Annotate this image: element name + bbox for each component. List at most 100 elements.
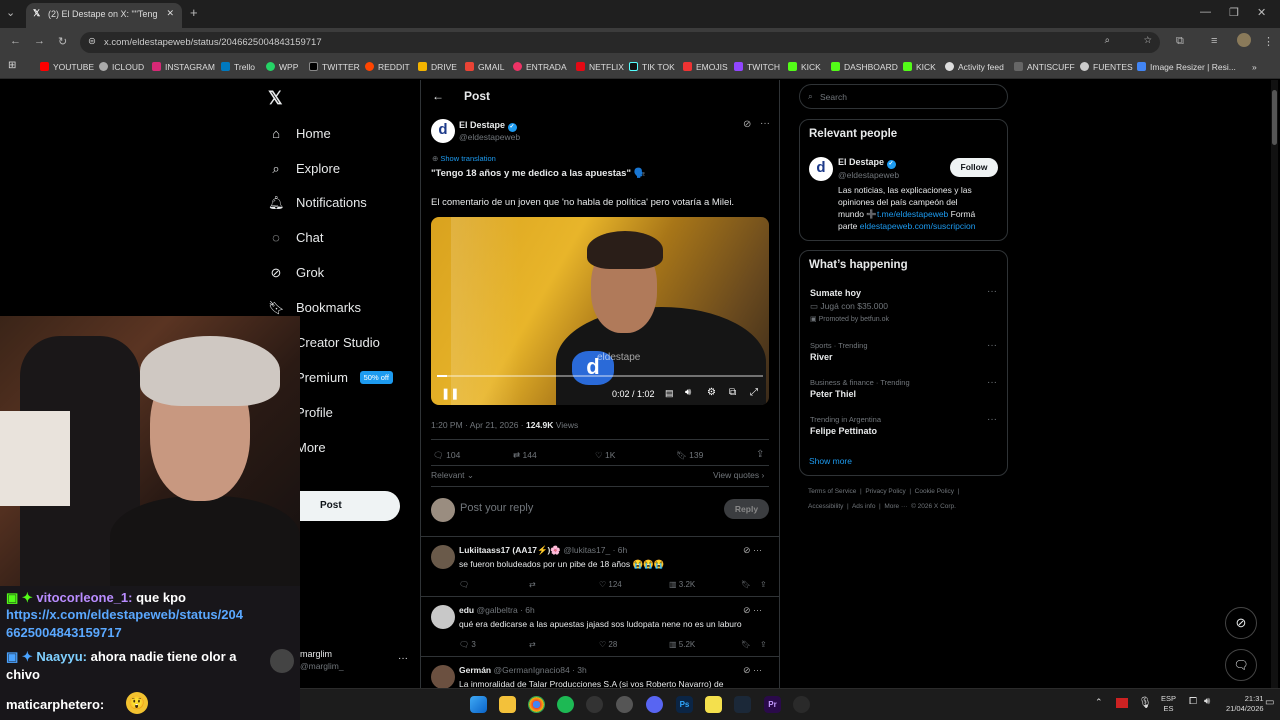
bookmark-icloud[interactable]: ICLOUD [99,62,144,72]
reply-avatar[interactable] [431,665,455,688]
bookmark-twitch[interactable]: TWITCH [734,62,780,72]
trend-more-icon[interactable]: ··· [987,377,997,388]
view-quotes-link[interactable]: View quotes › [713,470,764,480]
bookmark-youtube[interactable]: YOUTUBE [40,62,94,72]
bookmark-emojis[interactable]: EMOJIS [683,62,728,72]
site-info-icon[interactable]: ⊜ [88,36,96,47]
reply-count[interactable]: 🗨︎ 104 [433,450,460,461]
reply-comment-count[interactable]: 🗨︎ 3 [459,640,476,649]
discord-icon[interactable] [646,696,663,713]
trend-name[interactable]: River [810,352,833,362]
mic-icon[interactable]: 🎙︎ [1138,696,1152,709]
relevant-avatar[interactable]: d [809,157,833,181]
bookmark-kick-2[interactable]: KICK [903,62,936,72]
volume-tray-icon[interactable]: 🔊︎ [1204,696,1210,707]
start-icon[interactable] [470,696,487,713]
nav-bookmarks[interactable]: 🔖︎ Bookmarks [268,300,361,316]
reply-item[interactable]: Lukiitaass17 (AA17⚡)🌸 @lukitas17_ · 6h s… [421,537,779,597]
spotify-icon[interactable] [557,696,574,713]
reply-author[interactable]: Lukiitaass17 (AA17⚡)🌸 @lukitas17_ · 6h [459,545,627,556]
reply-grok-icon[interactable]: ⊘ ··· [743,545,762,556]
trend-name[interactable]: Sumate hoy [810,288,861,298]
trend-more-icon[interactable]: ··· [987,414,997,425]
relevant-name[interactable]: El Destape ✓ [838,157,896,169]
bookmark-twitter[interactable]: TWITTER [309,62,360,72]
nav-explore[interactable]: ⌕ Explore [268,161,340,177]
browser-menu-icon[interactable]: ⋮ [1263,35,1274,48]
x-logo-icon[interactable]: 𝕏 [268,88,283,109]
bookmark-image-resizer[interactable]: Image Resizer | Resi... [1137,62,1236,72]
window-close-icon[interactable]: ✕ [1257,6,1266,19]
back-icon[interactable]: ← [10,35,21,47]
bookmark-count[interactable]: 🔖︎ 139 [676,450,703,461]
reply-grok-icon[interactable]: ⊘ ··· [743,605,762,616]
footer-links[interactable]: Terms of Service | Privacy Policy | Cook… [808,488,959,495]
bookmark-gmail[interactable]: GMAIL [465,62,504,72]
share-icon[interactable]: ⇪ [756,449,764,460]
video-progress-track[interactable] [437,375,763,377]
bio-link-telegram[interactable]: t.me/eldestapeweb [877,209,948,219]
bookmark-tiktok[interactable]: TIK TOK [629,62,675,72]
trend-more-icon[interactable]: ··· [987,286,997,297]
bookmark-drive[interactable]: DRIVE [418,62,457,72]
extensions-icon[interactable]: ⧉ [1176,35,1184,48]
bio-link-subscribe[interactable]: eldestapeweb.com/suscripcion [860,221,976,231]
chat-link-cont[interactable]: 6625004843159717 [6,625,122,640]
zoom-icon[interactable]: ⌕ [1105,35,1110,46]
reply-item[interactable]: Germán @GermanIgnacio84 · 3h La inmorali… [421,657,779,688]
show-more-link[interactable]: Show more [809,456,852,466]
bookmark-reddit[interactable]: REDDIT [365,62,410,72]
chrome-icon[interactable] [528,696,545,713]
browser-tab[interactable]: 𝕏 (2) El Destape on X: ""Teng ✕ [26,3,182,28]
forward-icon[interactable]: → [34,35,45,47]
reload-icon[interactable]: ↻ [58,35,67,48]
reply-grok-icon[interactable]: ⊘ ··· [743,665,762,676]
bookmark-netflix[interactable]: NETFLIX [576,62,624,72]
reply-share-icon[interactable]: ⇪ [760,640,767,649]
account-menu-icon[interactable]: ··· [398,653,408,664]
reply-like-count[interactable]: ♡ 124 [599,580,622,589]
url-input[interactable]: ⊜ x.com/eldestapeweb/status/204662500484… [80,32,1160,53]
reply-item[interactable]: edu @galbeltra · 6h qué era dedicarse a … [421,597,779,657]
reply-views-count[interactable]: ▥ 3.2K [669,580,695,589]
grok-post-icon[interactable]: ⊘ [743,119,751,130]
follow-button[interactable]: Follow [950,158,998,177]
language-indicator[interactable]: ESP ES [1161,694,1176,714]
show-translation-link[interactable]: ⊕ Show translation [432,154,496,163]
network-icon[interactable]: ⧠ [1189,696,1197,707]
bookmark-wpp[interactable]: WPP [266,62,298,72]
minimize-icon[interactable]: — [1200,6,1211,18]
fullscreen-icon[interactable]: ⤢ [750,387,758,398]
apps-grid-icon[interactable]: ⊞ [8,60,16,71]
app-icon[interactable] [793,696,810,713]
video-player[interactable]: d eldestape ❚❚ 0:02 / 1:02 ▤ 🔊︎ ⚙ ⧉ ⤢ [431,217,769,405]
sort-relevant[interactable]: Relevant ⌄ [431,470,474,481]
reply-button[interactable]: Reply [724,499,769,519]
tray-chevron-icon[interactable]: ⌃ [1095,697,1103,708]
bookmark-entrada[interactable]: ENTRADA [513,62,567,72]
reply-repost-icon[interactable]: ⇄ [529,580,536,589]
photoshop-icon[interactable]: Ps [676,696,693,713]
footer-links-2[interactable]: Accessibility | Ads info | More ··· © 20… [808,503,956,510]
bookmark-activity-feed[interactable]: Activity feed [945,62,1004,72]
reply-avatar[interactable] [431,545,455,569]
reply-comment-icon[interactable]: 🗨︎ [459,580,469,589]
nav-home[interactable]: ⌂ Home [268,126,331,141]
reply-views-count[interactable]: ▥ 5.2K [669,640,695,649]
author-name[interactable]: El Destape ✓ [459,120,517,132]
bookmark-fuentes[interactable]: FUENTES [1080,62,1133,72]
grok-float-icon[interactable]: ⊘ [1225,607,1257,639]
new-tab-icon[interactable]: + [190,5,198,20]
reply-bookmark-icon[interactable]: 🔖︎ [741,580,751,589]
bookmark-dashboard[interactable]: DASHBOARD [831,62,898,72]
back-arrow-icon[interactable]: ← [432,89,444,103]
clock[interactable]: 21:31 21/04/2026 [1226,694,1264,714]
repost-count[interactable]: ⇄ 144 [513,450,537,461]
steam-alt-icon[interactable] [586,696,603,713]
trend-more-icon[interactable]: ··· [987,340,997,351]
reply-share-icon[interactable]: ⇪ [760,580,767,589]
tray-flag-icon[interactable] [1116,698,1128,708]
trend-name[interactable]: Peter Thiel [810,389,856,399]
messages-float-icon[interactable]: 🗨︎ [1225,649,1257,681]
reply-avatar[interactable] [431,605,455,629]
